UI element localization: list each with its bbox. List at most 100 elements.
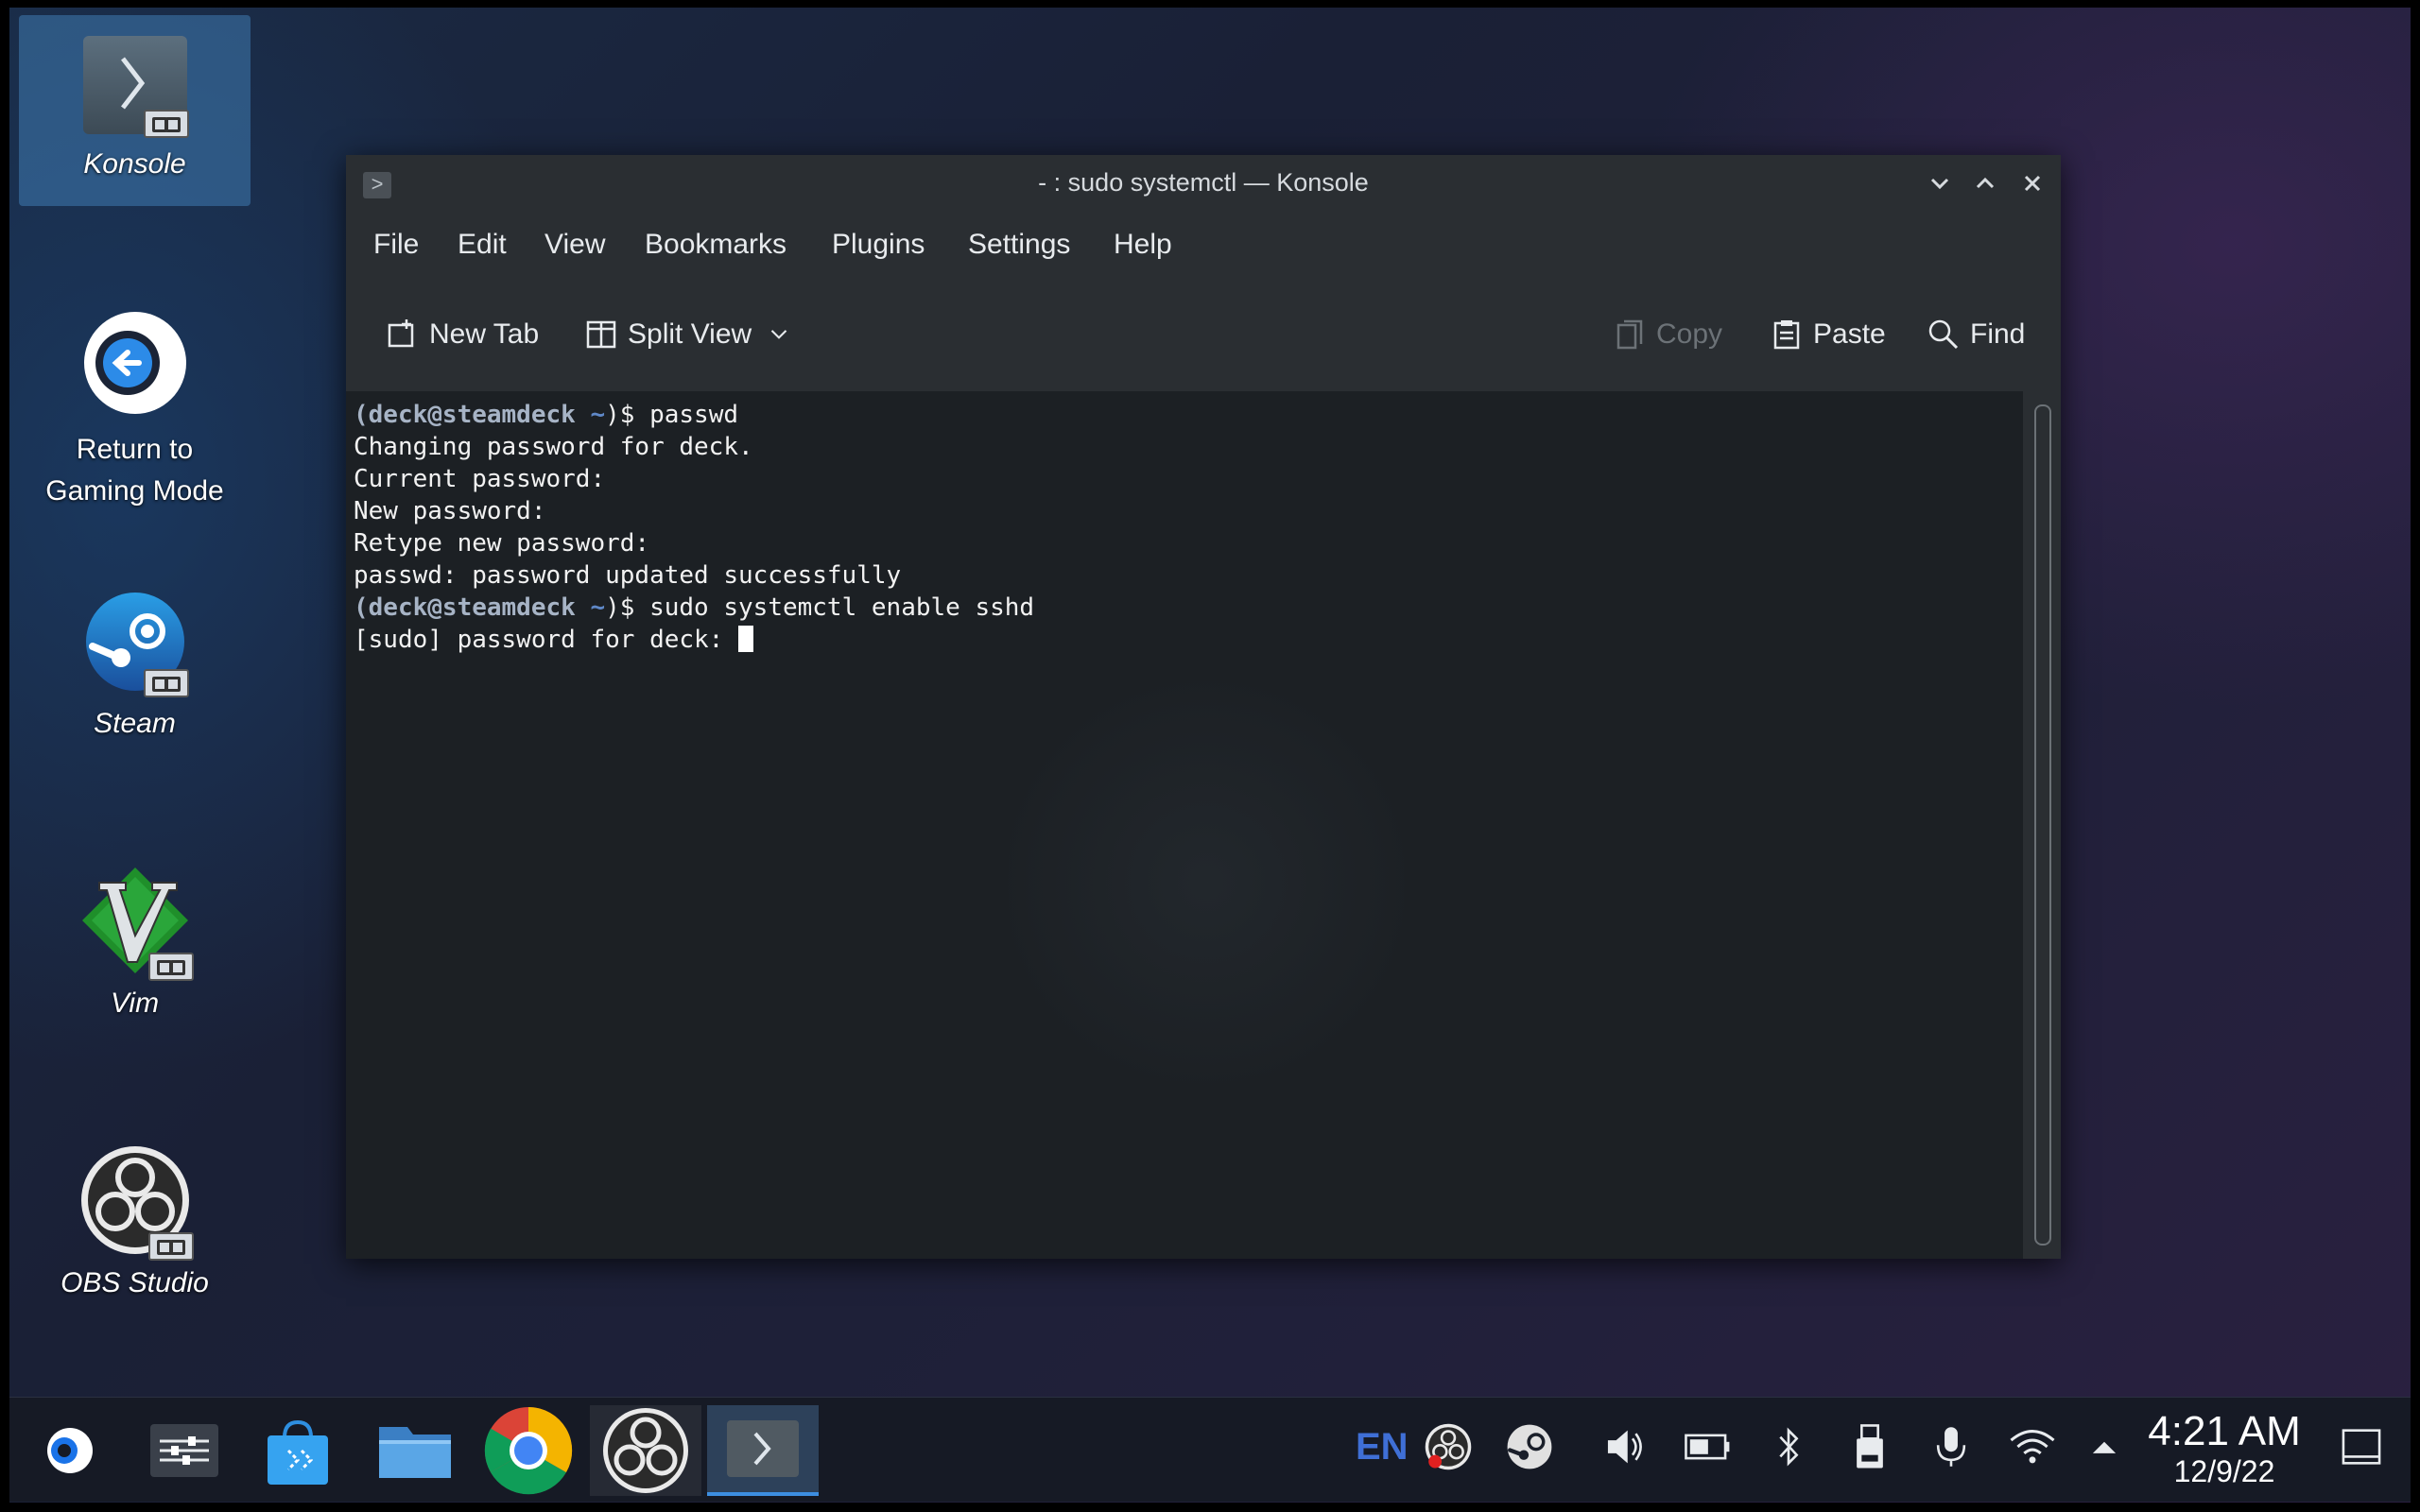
obs-icon xyxy=(78,1143,194,1261)
prompt-user: (deck@steamdeck xyxy=(354,401,576,429)
shell-prompt: (deck@steamdeck ~)$ xyxy=(354,593,649,622)
volume-icon xyxy=(1607,1430,1642,1464)
paste-label: Paste xyxy=(1813,318,1886,350)
new-tab-icon xyxy=(388,319,414,348)
battery-icon xyxy=(1685,1434,1730,1460)
terminal-command-line: (deck@steamdeck ~)$ passwd xyxy=(354,401,2015,433)
tray-bluetooth[interactable] xyxy=(1760,1418,1817,1475)
terminal-line-text: New password: xyxy=(354,497,546,525)
obs-tray-icon xyxy=(1425,1423,1472,1470)
taskbar-settings[interactable] xyxy=(129,1405,240,1496)
vim-icon xyxy=(78,864,194,981)
menu-edit[interactable]: Edit xyxy=(458,229,507,261)
clock-time: 4:21 AM xyxy=(2148,1408,2301,1454)
terminal-cursor xyxy=(738,626,753,652)
tray-obs[interactable] xyxy=(1420,1418,1477,1475)
menu-plugins[interactable]: Plugins xyxy=(832,229,925,261)
taskbar-discover[interactable] xyxy=(242,1405,354,1496)
terminal-line-text: Changing password for deck. xyxy=(354,433,753,461)
konsole-window[interactable]: > - : sudo systemctl — Konsole File Edit… xyxy=(346,155,2061,1259)
konsole-icon xyxy=(82,36,189,138)
minimize-button[interactable] xyxy=(1921,164,1959,202)
link-badge-icon xyxy=(143,669,189,697)
new-tab-button[interactable]: New Tab xyxy=(386,312,539,357)
terminal-output-line: Current password: xyxy=(354,465,2015,497)
tray-steam[interactable] xyxy=(1501,1418,1558,1475)
desktop-icon-label: Vim xyxy=(110,988,160,1019)
terminal-line-text: Retype new password: xyxy=(354,529,650,558)
chevron-down-icon[interactable] xyxy=(765,320,793,349)
shell-prompt: (deck@steamdeck ~)$ xyxy=(354,401,649,429)
search-icon xyxy=(1928,319,1959,350)
tray-microphone[interactable] xyxy=(1923,1418,1979,1475)
menu-settings[interactable]: Settings xyxy=(968,229,1070,261)
desktop-icon-label: Steam xyxy=(94,708,176,739)
tray-wifi[interactable] xyxy=(2004,1418,2061,1475)
tray-volume[interactable] xyxy=(1598,1418,1654,1475)
menu-file[interactable]: File xyxy=(373,229,419,261)
terminal-line-text: passwd: password updated successfully xyxy=(354,561,902,590)
bluetooth-icon xyxy=(1779,1427,1799,1467)
tray-battery[interactable] xyxy=(1679,1418,1736,1475)
digital-clock[interactable]: 4:21 AM 12/9/22 xyxy=(2144,1408,2305,1489)
taskbar-file-manager[interactable] xyxy=(359,1405,471,1496)
split-view-label: Split View xyxy=(628,318,752,350)
split-view-button[interactable]: Split View xyxy=(584,312,793,357)
taskbar: EN 4:21 AM 12/9/22 xyxy=(9,1397,2411,1502)
split-view-icon xyxy=(586,320,616,349)
file-manager-icon xyxy=(379,1427,451,1478)
prompt-symbol: )$ xyxy=(605,593,650,622)
konsole-icon xyxy=(727,1420,799,1477)
chrome-icon xyxy=(484,1406,573,1495)
taskbar-obs[interactable] xyxy=(590,1405,701,1496)
paste-icon xyxy=(1773,320,1800,350)
terminal-scrollbar[interactable] xyxy=(2023,391,2061,1259)
close-button[interactable] xyxy=(2014,164,2051,202)
show-desktop-icon xyxy=(2342,1429,2381,1465)
menu-help[interactable]: Help xyxy=(1114,229,1172,261)
window-titlebar[interactable]: > - : sudo systemctl — Konsole xyxy=(346,155,2061,210)
menu-bookmarks[interactable]: Bookmarks xyxy=(645,229,786,261)
wifi-icon xyxy=(2010,1430,2055,1464)
keyboard-layout-indicator[interactable]: EN xyxy=(1356,1426,1409,1469)
menu-view[interactable]: View xyxy=(544,229,605,261)
terminal-line-text: [sudo] password for deck: xyxy=(354,626,738,654)
show-desktop-button[interactable] xyxy=(2333,1418,2390,1475)
copy-label: Copy xyxy=(1656,318,1723,350)
prompt-directory: ~ xyxy=(575,401,606,429)
terminal-output[interactable]: (deck@steamdeck ~)$ passwd Changing passw… xyxy=(346,391,2023,1259)
taskbar-chrome[interactable] xyxy=(473,1405,584,1496)
terminal-command-line: (deck@steamdeck ~)$ sudo systemctl enabl… xyxy=(354,593,2015,626)
terminal-line-text: Current password: xyxy=(354,465,606,493)
desktop: Konsole Return to Gaming Mode Steam Vim … xyxy=(9,8,2411,1503)
settings-icon xyxy=(150,1424,218,1477)
find-button[interactable]: Find xyxy=(1927,312,2025,357)
desktop-icon-obs-studio[interactable]: OBS Studio xyxy=(19,1143,251,1323)
close-icon xyxy=(2024,175,2041,192)
prompt-user: (deck@steamdeck xyxy=(354,593,576,622)
steam-icon xyxy=(83,590,189,697)
link-badge-icon xyxy=(143,110,189,138)
maximize-button[interactable] xyxy=(1966,164,2004,202)
prompt-directory: ~ xyxy=(575,593,606,622)
desktop-icon-return-gaming-mode[interactable]: Return to Gaming Mode xyxy=(19,308,251,525)
tray-usb-device[interactable] xyxy=(1841,1418,1898,1475)
copy-button[interactable]: Copy xyxy=(1613,312,1722,357)
desktop-icon-vim[interactable]: Vim xyxy=(19,864,251,1043)
desktop-icon-steam[interactable]: Steam xyxy=(19,590,251,769)
taskbar-konsole[interactable] xyxy=(707,1405,819,1496)
obs-icon xyxy=(603,1408,688,1493)
menubar: File Edit View Bookmarks Plugins Setting… xyxy=(346,210,2061,278)
terminal-output-line: passwd: password updated successfully xyxy=(354,561,2015,593)
link-badge-icon xyxy=(147,953,194,981)
paste-button[interactable]: Paste xyxy=(1770,312,1886,357)
desktop-icon-konsole[interactable]: Konsole xyxy=(19,15,251,206)
tray-expand[interactable] xyxy=(2076,1418,2133,1475)
steamdeck-watermark xyxy=(1008,618,1405,1147)
discover-store-icon xyxy=(268,1419,328,1485)
find-label: Find xyxy=(1970,318,2026,350)
scrollbar-track[interactable] xyxy=(2034,404,2051,1246)
application-launcher[interactable] xyxy=(23,1405,117,1496)
chevron-down-icon xyxy=(1930,178,1949,190)
toolbar: New Tab Split View Copy Paste Find xyxy=(346,278,2061,392)
